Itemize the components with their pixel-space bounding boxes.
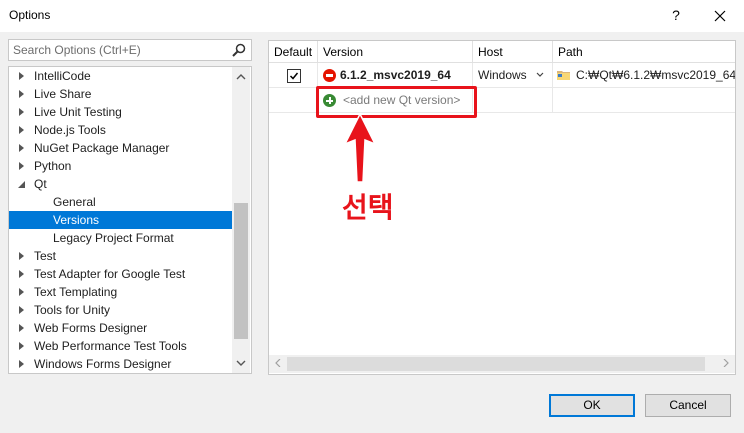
collapse-arrow-icon[interactable] bbox=[18, 181, 25, 188]
path-value: C:₩Qt₩6.1.2₩msvc2019_64 bbox=[576, 68, 735, 82]
tree-item-label: Test Adapter for Google Test bbox=[34, 267, 186, 281]
path-cell[interactable]: C:₩Qt₩6.1.2₩msvc2019_64 bbox=[553, 63, 735, 88]
expand-arrow-icon[interactable] bbox=[19, 306, 24, 314]
tree-scroll-thumb[interactable] bbox=[234, 203, 248, 339]
annotation-arrow-icon bbox=[343, 112, 377, 183]
tree-item[interactable]: Test bbox=[9, 247, 232, 265]
add-row-host-cell bbox=[473, 88, 553, 113]
tree-item-label: Windows Forms Designer bbox=[34, 357, 172, 371]
tree-item-label: Versions bbox=[53, 213, 100, 227]
expand-arrow-icon[interactable] bbox=[19, 162, 24, 170]
tree-item-label: Legacy Project Format bbox=[53, 231, 174, 245]
tree-item[interactable]: Text Templating bbox=[9, 283, 232, 301]
expand-arrow-icon[interactable] bbox=[19, 288, 24, 296]
tree-item-label: Live Share bbox=[34, 87, 92, 101]
expand-arrow-icon[interactable] bbox=[19, 90, 24, 98]
tree-item-label: Web Forms Designer bbox=[34, 321, 148, 335]
tree-scrollbar[interactable] bbox=[232, 67, 250, 373]
tree-item[interactable]: Versions bbox=[9, 211, 232, 229]
chevron-right-icon bbox=[723, 358, 729, 368]
expand-arrow-icon[interactable] bbox=[19, 126, 24, 134]
tree-item[interactable]: Test Adapter for Google Test bbox=[9, 265, 232, 283]
tree-item[interactable]: Windows Forms Designer bbox=[9, 355, 232, 373]
tree-item[interactable]: Python bbox=[9, 157, 232, 175]
tree-item-label: Python bbox=[34, 159, 72, 173]
tree-item[interactable]: Live Unit Testing bbox=[9, 103, 232, 121]
tree-item[interactable]: General bbox=[9, 193, 232, 211]
host-cell[interactable]: Windows bbox=[473, 63, 553, 88]
annotation-label: 선택 bbox=[342, 191, 394, 224]
tree-item[interactable]: Qt bbox=[9, 175, 232, 193]
column-header-host[interactable]: Host bbox=[473, 41, 553, 63]
tree-item[interactable]: Tools for Unity bbox=[9, 301, 232, 319]
tree-item[interactable]: Legacy Project Format bbox=[9, 229, 232, 247]
tree-item[interactable]: Node.js Tools bbox=[9, 121, 232, 139]
options-tree: IntelliCode Live Share Live Unit Testing No… bbox=[8, 66, 252, 374]
column-header-default[interactable]: Default bbox=[269, 41, 318, 63]
chevron-down-icon[interactable] bbox=[536, 72, 544, 78]
help-button[interactable]: ? bbox=[662, 2, 690, 30]
expand-arrow-icon[interactable] bbox=[19, 324, 24, 332]
expand-arrow-icon[interactable] bbox=[19, 144, 24, 152]
scroll-left-button[interactable] bbox=[269, 355, 287, 373]
tree-item-label: Text Templating bbox=[34, 285, 118, 299]
add-row-default-cell bbox=[269, 88, 318, 113]
tree-item-label: Web Performance Test Tools bbox=[34, 339, 187, 353]
tree-item-label: NuGet Package Manager bbox=[34, 141, 170, 155]
tree-item-label: IntelliCode bbox=[34, 69, 91, 83]
tree-item-label: Tools for Unity bbox=[34, 303, 111, 317]
checkmark-icon bbox=[289, 72, 299, 80]
expand-arrow-icon[interactable] bbox=[19, 342, 24, 350]
column-header-version[interactable]: Version bbox=[318, 41, 473, 63]
ok-button[interactable]: OK bbox=[549, 394, 635, 417]
chevron-up-icon bbox=[236, 74, 246, 80]
close-button[interactable] bbox=[706, 2, 734, 30]
tree-item[interactable]: Live Share bbox=[9, 85, 232, 103]
version-cell[interactable]: 6.1.2_msvc2019_64 bbox=[318, 63, 473, 88]
search-input[interactable] bbox=[9, 40, 228, 60]
chevron-down-icon bbox=[236, 360, 246, 366]
scroll-up-button[interactable] bbox=[232, 69, 250, 85]
cancel-button[interactable]: Cancel bbox=[645, 394, 731, 417]
scroll-right-button[interactable] bbox=[717, 355, 735, 373]
tree-item-label: Qt bbox=[34, 177, 47, 191]
error-icon bbox=[323, 69, 336, 82]
tree-item-label: General bbox=[53, 195, 96, 209]
expand-arrow-icon[interactable] bbox=[19, 252, 24, 260]
title-bar: Options ? bbox=[0, 0, 744, 32]
default-cell bbox=[269, 63, 318, 88]
window-title: Options bbox=[9, 8, 51, 22]
tree-item[interactable]: Web Forms Designer bbox=[9, 319, 232, 337]
expand-arrow-icon[interactable] bbox=[19, 72, 24, 80]
chevron-left-icon bbox=[275, 358, 281, 368]
tree-item-label: Live Unit Testing bbox=[34, 105, 122, 119]
expand-arrow-icon[interactable] bbox=[19, 360, 24, 368]
grid-horizontal-scrollbar[interactable] bbox=[269, 355, 735, 373]
folder-icon bbox=[557, 71, 570, 80]
tree-item[interactable]: NuGet Package Manager bbox=[9, 139, 232, 157]
host-value: Windows bbox=[478, 68, 527, 82]
column-header-path[interactable]: Path bbox=[553, 41, 735, 63]
search-icon[interactable] bbox=[231, 42, 247, 58]
tree-item-label: Test bbox=[34, 249, 57, 263]
close-icon bbox=[714, 10, 726, 22]
tree-item[interactable]: IntelliCode bbox=[9, 67, 232, 85]
add-row-path-cell bbox=[553, 88, 735, 113]
expand-arrow-icon[interactable] bbox=[19, 108, 24, 116]
scroll-down-button[interactable] bbox=[232, 355, 250, 371]
tree-item[interactable]: Web Performance Test Tools bbox=[9, 337, 232, 355]
expand-arrow-icon[interactable] bbox=[19, 270, 24, 278]
version-name: 6.1.2_msvc2019_64 bbox=[340, 68, 451, 82]
default-checkbox[interactable] bbox=[287, 69, 301, 83]
grid-scroll-thumb[interactable] bbox=[287, 357, 705, 371]
search-box bbox=[8, 39, 252, 61]
tree-item-label: Node.js Tools bbox=[34, 123, 106, 137]
